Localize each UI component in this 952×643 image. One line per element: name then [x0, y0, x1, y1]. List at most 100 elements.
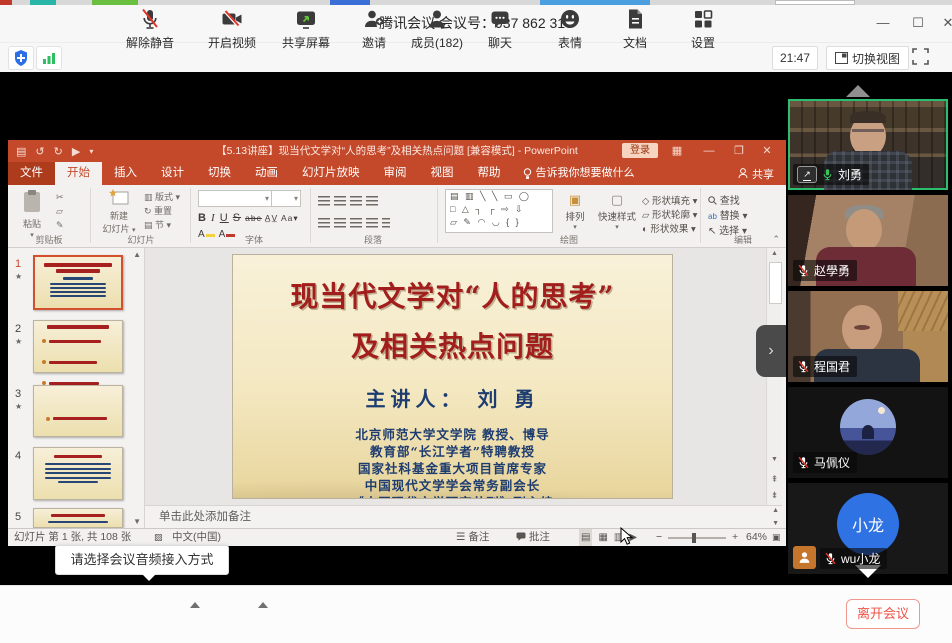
share-screen-button[interactable]: 共享屏幕 — [268, 7, 344, 51]
slide-thumbnail-3[interactable] — [33, 385, 123, 437]
previous-slide-button[interactable]: ⇞ — [767, 474, 782, 485]
next-slide-button[interactable]: ⇟ — [767, 490, 782, 501]
format-painter-button[interactable]: ✎ — [56, 219, 64, 232]
maximize-button[interactable]: ☐ — [903, 10, 933, 36]
notes-toggle-button[interactable]: ☰ 备注 — [456, 529, 489, 546]
ppt-login-button[interactable]: 登录 — [622, 143, 658, 158]
scroll-down-icon[interactable]: ▼ — [767, 456, 782, 463]
scrollbar-thumb[interactable] — [769, 262, 782, 304]
fullscreen-button[interactable] — [912, 48, 929, 70]
slide-credential-line: 北京师范大学文学院 教授、博导 — [233, 426, 672, 443]
wood-ceiling — [898, 291, 948, 331]
shape-fill-label: 形状填充 — [652, 196, 690, 207]
replace-button[interactable]: ab 替换 ▾ — [708, 207, 748, 222]
arrange-button[interactable]: ▣ 排列 ▾ — [558, 191, 592, 231]
tab-animations[interactable]: 动画 — [243, 162, 290, 185]
slide-thumbnail-2[interactable] — [33, 320, 123, 373]
ppt-minimize-button[interactable]: — — [696, 140, 722, 162]
font-style-buttons[interactable]: B I U S abc A̲V̲ Aa▾ — [198, 212, 299, 224]
audio-options-caret[interactable] — [190, 602, 200, 608]
participants-scroll-up[interactable] — [846, 85, 870, 97]
video-tile-zhaoxueyong[interactable]: 赵學勇 — [788, 195, 948, 286]
tab-review[interactable]: 审阅 — [372, 162, 419, 185]
reset-button[interactable]: ↻ 重置 — [144, 205, 172, 218]
meeting-security-button[interactable] — [8, 46, 34, 70]
avatar — [840, 399, 896, 455]
list-buttons[interactable] — [318, 193, 382, 211]
zoom-slider[interactable] — [668, 537, 726, 539]
chat-button[interactable]: 聊天 — [470, 7, 530, 51]
language-indicator[interactable]: 中文(中国) — [172, 529, 221, 546]
slide-canvas[interactable]: 现当代文学对“人的思考” 及相关热点问题 主讲人： 刘 勇 北京师范大学文学院 … — [233, 255, 672, 498]
shape-fill-button[interactable]: ◇ 形状填充 ▾ — [642, 193, 697, 207]
font-name-select[interactable]: ▾ — [198, 190, 272, 207]
video-options-caret[interactable] — [258, 602, 268, 608]
find-button[interactable]: 查找 — [708, 192, 740, 207]
members-button[interactable]: 成员(182) — [399, 7, 475, 51]
slide-sorter-view-icon[interactable]: ▦ — [598, 529, 607, 546]
video-tile-chengguojun[interactable]: 程国君 — [788, 291, 948, 382]
notes-pane[interactable]: 单击此处添加备注 ▲ ▼ — [145, 505, 782, 528]
tell-me-box[interactable]: 告诉我你想要做什么 — [513, 162, 645, 185]
collapse-ribbon-icon[interactable]: ⌃ — [772, 234, 780, 245]
minimize-button[interactable]: — — [868, 10, 898, 36]
start-video-button[interactable]: 开启视频 — [194, 7, 270, 51]
tab-transitions[interactable]: 切换 — [196, 162, 243, 185]
shapes-gallery[interactable]: ▤ ▥ ╲ ╲ ▭ ◯□ △ ┐ ┌ ⇨ ⇩▱ ✎ ◠ ◡ { } — [445, 189, 553, 233]
ppt-close-button[interactable]: ✕ — [754, 140, 780, 162]
network-quality-button[interactable] — [36, 46, 62, 70]
video-tile-liuyong[interactable]: ↗ 刘勇 — [788, 99, 948, 190]
zoom-in-button[interactable]: + — [732, 529, 738, 546]
shape-outline-button[interactable]: ▱ 形状轮廓 ▾ — [642, 207, 697, 221]
zoom-slider-thumb[interactable] — [692, 533, 696, 543]
video-tile-wuxiaolong[interactable]: 小龙 wu小龙 — [788, 483, 948, 574]
ribbon-display-options-icon[interactable]: ▦ — [664, 140, 690, 162]
paste-button[interactable]: 粘贴 ▾ — [16, 189, 48, 239]
sidebar-collapse-tab[interactable]: › — [756, 325, 786, 377]
notes-scroll-down-icon[interactable]: ▼ — [772, 520, 779, 527]
animation-star-icon: ★ — [15, 272, 22, 281]
quick-styles-button[interactable]: ▢ 快速样式 ▾ — [596, 191, 638, 231]
close-button[interactable]: ✕ — [933, 10, 952, 36]
align-buttons[interactable] — [318, 215, 394, 233]
switch-view-button[interactable]: 切换视图 — [826, 46, 909, 70]
copy-button[interactable]: ▱ — [56, 205, 63, 218]
tab-insert[interactable]: 插入 — [102, 162, 149, 185]
slide-thumbnail-5[interactable] — [33, 508, 123, 528]
docs-button[interactable]: 文档 — [605, 7, 665, 51]
slide-thumbnail-4[interactable] — [33, 447, 123, 500]
layout-button[interactable]: ▥ 版式 ▾ — [144, 191, 180, 204]
video-tile-mapeiyi[interactable]: 马佩仪 — [788, 387, 948, 478]
tab-help[interactable]: 帮助 — [466, 162, 513, 185]
slide-thumbnail-1[interactable] — [33, 255, 123, 310]
unmute-button[interactable]: 解除静音 — [112, 7, 188, 51]
zoom-out-button[interactable]: − — [656, 529, 662, 546]
tab-slideshow[interactable]: 幻灯片放映 — [290, 162, 372, 185]
comments-toggle-button[interactable]: 批注 — [516, 529, 550, 546]
section-button[interactable]: ▤ 节 ▾ — [144, 219, 171, 232]
chat-bubble-icon — [488, 7, 512, 31]
invite-button[interactable]: 邀请 — [344, 7, 404, 51]
arrange-label: 排列 — [565, 212, 584, 223]
thumbs-scroll-down-icon[interactable]: ▼ — [133, 517, 141, 526]
fit-slide-icon[interactable]: ▣ — [772, 529, 781, 546]
settings-button[interactable]: 设置 — [673, 7, 733, 51]
tab-file[interactable]: 文件 — [8, 162, 55, 185]
group-paragraph-label: 段落 — [318, 233, 428, 246]
scroll-up-icon[interactable]: ▲ — [767, 250, 782, 257]
thumbs-scroll-up-icon[interactable]: ▲ — [133, 250, 141, 259]
emoji-button[interactable]: 表情 — [540, 7, 600, 51]
ppt-share-button[interactable]: 共享 — [738, 162, 786, 185]
normal-view-icon[interactable]: ▤ — [579, 529, 592, 546]
new-slide-button[interactable]: 新建 幻灯片 ▾ — [100, 189, 138, 237]
tab-design[interactable]: 设计 — [149, 162, 196, 185]
spellcheck-icon[interactable]: ▨ — [154, 529, 163, 546]
tab-home[interactable]: 开始 — [55, 162, 102, 185]
zoom-level[interactable]: 64% — [746, 529, 767, 546]
cut-button[interactable]: ✂ — [56, 191, 64, 204]
font-size-select[interactable]: ▾ — [271, 190, 301, 207]
tab-view[interactable]: 视图 — [419, 162, 466, 185]
ppt-restore-button[interactable]: ❐ — [726, 140, 752, 162]
notes-scroll-up-icon[interactable]: ▲ — [772, 507, 779, 514]
leave-meeting-button[interactable]: 离开会议 — [846, 599, 920, 629]
